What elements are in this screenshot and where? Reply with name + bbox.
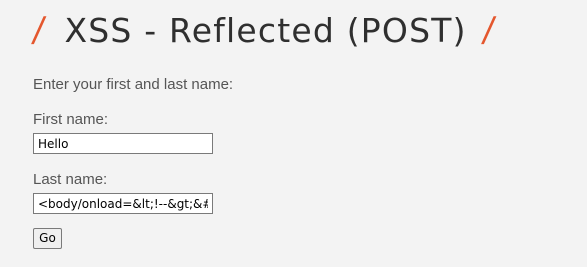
last-name-field[interactable]: [33, 193, 213, 214]
page-title: / XSS - Reflected (POST) /: [30, 6, 497, 54]
page-title-text: XSS - Reflected (POST): [64, 10, 467, 50]
page: / XSS - Reflected (POST) / Enter your fi…: [0, 0, 587, 267]
last-name-label: Last name:: [33, 171, 108, 188]
title-slash-right: /: [479, 10, 497, 50]
form-intro-text: Enter your first and last name:: [33, 76, 234, 93]
first-name-label: First name:: [33, 111, 109, 128]
first-name-field[interactable]: [33, 133, 213, 154]
title-slash-left: /: [30, 10, 48, 50]
go-button[interactable]: Go: [33, 228, 62, 249]
